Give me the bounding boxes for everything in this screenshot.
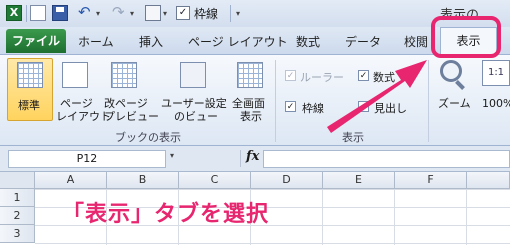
annotation-caption: 「表示」タブを選択	[62, 202, 270, 227]
